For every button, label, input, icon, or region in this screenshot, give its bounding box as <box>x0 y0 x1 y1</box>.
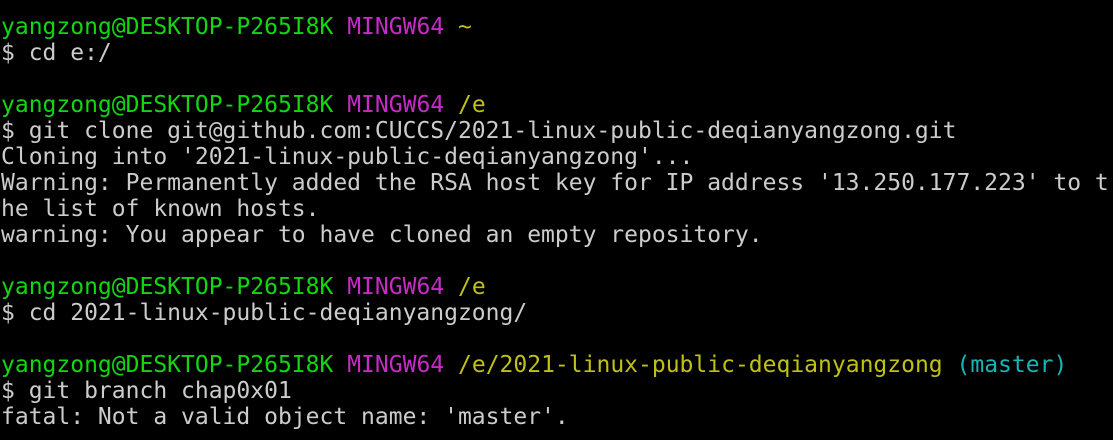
command-line: $ git clone git@github.com:CUCCS/2021-li… <box>1 118 1109 144</box>
prompt-system: MINGW64 <box>347 352 445 378</box>
prompt-system: MINGW64 <box>347 14 445 40</box>
output-text: he list of known hosts. <box>1 196 320 222</box>
output-line: Warning: Permanently added the RSA host … <box>1 170 1109 196</box>
prompt-path: ~ <box>458 14 472 40</box>
command-text: $ cd e:/ <box>1 40 112 66</box>
output-line: warning: You appear to have cloned an em… <box>1 222 1109 248</box>
prompt-system: MINGW64 <box>347 92 445 118</box>
prompt-line: yangzong@DESKTOP-P265I8K MINGW64 ~ <box>1 14 1109 40</box>
output-text: Cloning into '2021-linux-public-deqianya… <box>1 144 694 170</box>
prompt-line: yangzong@DESKTOP-P265I8K MINGW64 /e <box>1 92 1109 118</box>
output-text: fatal: Not a valid object name: 'master'… <box>1 404 569 430</box>
prompt-line: yangzong@DESKTOP-P265I8K MINGW64 /e <box>1 274 1109 300</box>
command-text: $ git clone git@github.com:CUCCS/2021-li… <box>1 118 957 144</box>
command-line: $ cd 2021-linux-public-deqianyangzong/ <box>1 300 1109 326</box>
output-line: Cloning into '2021-linux-public-deqianya… <box>1 144 1109 170</box>
command-text: $ cd 2021-linux-public-deqianyangzong/ <box>1 300 528 326</box>
output-line: fatal: Not a valid object name: 'master'… <box>1 404 1109 430</box>
output-text: Warning: Permanently added the RSA host … <box>1 170 1109 196</box>
prompt-path: /e/2021-linux-public-deqianyangzong <box>458 352 943 378</box>
prompt-path: /e <box>458 274 486 300</box>
output-text: warning: You appear to have cloned an em… <box>1 222 763 248</box>
prompt-line: yangzong@DESKTOP-P265I8K MINGW64 /e/2021… <box>1 352 1109 378</box>
command-line: $ cd e:/ <box>1 40 1109 66</box>
output-line: he list of known hosts. <box>1 196 1109 222</box>
prompt-system: MINGW64 <box>347 274 445 300</box>
prompt-path: /e <box>458 92 486 118</box>
prompt-user-host: yangzong@DESKTOP-P265I8K <box>1 274 334 300</box>
prompt-branch: (master) <box>956 352 1068 378</box>
terminal-window[interactable]: yangzong@DESKTOP-P265I8K MINGW64 ~ $ cd e… <box>0 0 1113 440</box>
command-text: $ git branch chap0x01 <box>1 378 292 404</box>
prompt-user-host: yangzong@DESKTOP-P265I8K <box>1 352 334 378</box>
prompt-user-host: yangzong@DESKTOP-P265I8K <box>1 92 334 118</box>
terminal-output: yangzong@DESKTOP-P265I8K MINGW64 ~ $ cd e… <box>1 14 1109 430</box>
prompt-user-host: yangzong@DESKTOP-P265I8K <box>1 14 334 40</box>
command-line: $ git branch chap0x01 <box>1 378 1109 404</box>
